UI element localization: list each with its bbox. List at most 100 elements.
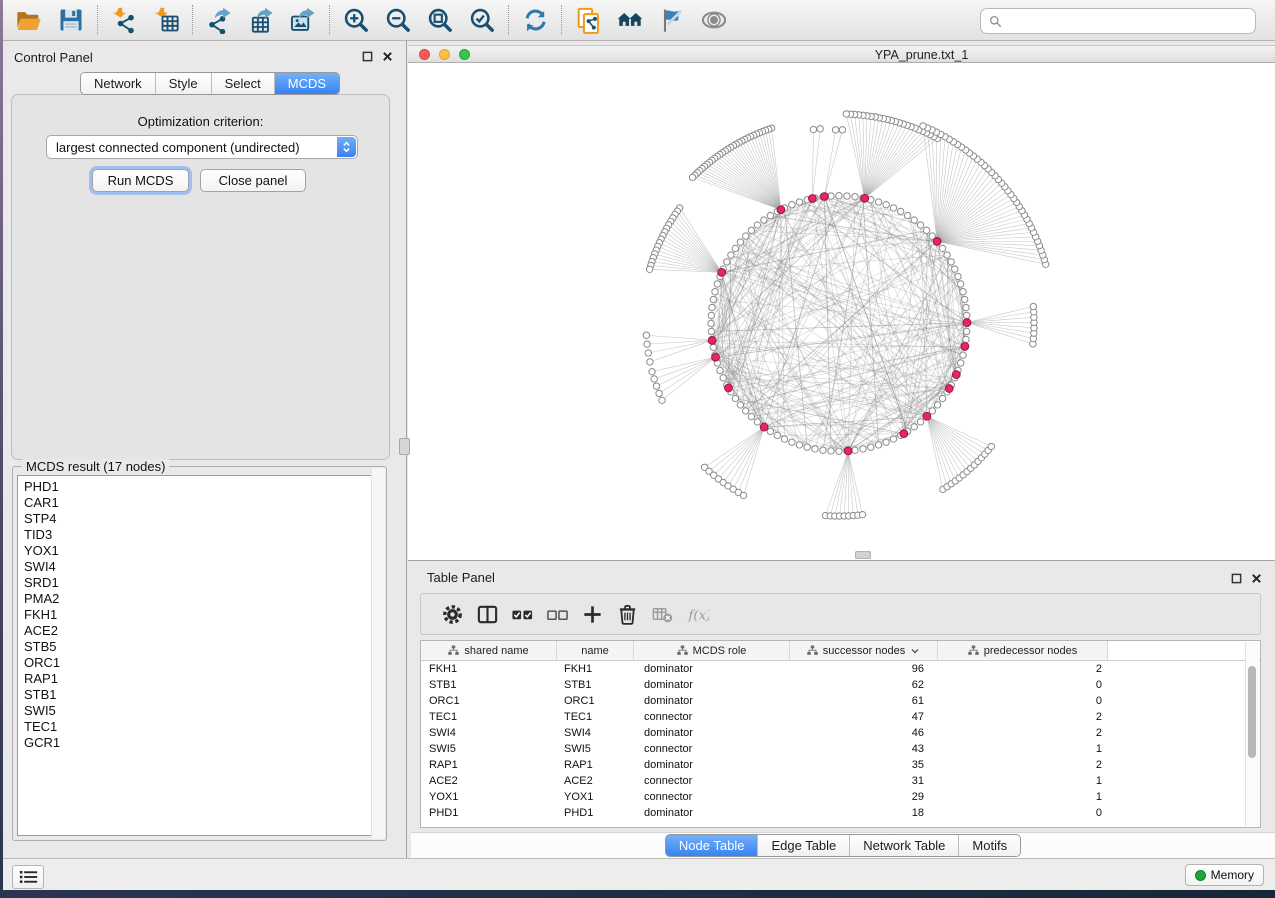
table-scrollbar-thumb[interactable]: [1248, 666, 1256, 758]
table-tabstrip: Node TableEdge TableNetwork TableMotifs: [411, 832, 1275, 858]
mcds-result-item[interactable]: CAR1: [18, 495, 381, 511]
mcds-result-item[interactable]: TID3: [18, 527, 381, 543]
table-cell: 35: [790, 759, 938, 771]
table-scrollbar[interactable]: [1245, 642, 1259, 826]
first-neighbors-icon[interactable]: [609, 2, 651, 38]
zoom-in-icon[interactable]: [335, 2, 377, 38]
mcds-result-item[interactable]: GCR1: [18, 735, 381, 751]
zoom-fit-icon[interactable]: [419, 2, 461, 38]
import-network-icon[interactable]: [103, 2, 145, 38]
tab-network[interactable]: Network: [81, 73, 155, 94]
select-all-icon[interactable]: [505, 597, 540, 631]
delete-icon[interactable]: [610, 597, 645, 631]
tab-edge-table[interactable]: Edge Table: [757, 835, 849, 856]
tab-network-table[interactable]: Network Table: [849, 835, 958, 856]
mcds-result-item[interactable]: ORC1: [18, 655, 381, 671]
mcds-result-list[interactable]: PHD1CAR1STP4TID3YOX1SWI4SRD1PMA2FKH1ACE2…: [17, 475, 382, 836]
tab-mcds[interactable]: MCDS: [274, 73, 339, 94]
table-panel-title: Table Panel: [427, 570, 495, 585]
column-label: shared name: [464, 645, 528, 657]
mcds-result-item[interactable]: ACE2: [18, 623, 381, 639]
mcds-result-item[interactable]: PMA2: [18, 591, 381, 607]
table-row[interactable]: TEC1TEC1connector472: [421, 709, 1260, 725]
list-icon: [19, 870, 38, 884]
show-panels-button[interactable]: [12, 865, 44, 889]
float-panel-icon[interactable]: [362, 51, 373, 62]
column-label: successor nodes: [823, 645, 906, 657]
table-cell: SWI4: [421, 727, 557, 739]
table-cell: ORC1: [421, 695, 557, 707]
table-row[interactable]: SWI4SWI4dominator462: [421, 725, 1260, 741]
open-file-icon[interactable]: [8, 2, 50, 38]
close-panel-button[interactable]: Close panel: [200, 169, 306, 192]
mcds-result-item[interactable]: PHD1: [18, 479, 381, 495]
add-icon[interactable]: [575, 597, 610, 631]
table-row[interactable]: SWI5SWI5connector431: [421, 741, 1260, 757]
table-cell: RAP1: [421, 759, 557, 771]
export-image-icon[interactable]: [282, 2, 324, 38]
table-row[interactable]: STB1STB1dominator620: [421, 677, 1260, 693]
search-icon: [989, 15, 1002, 28]
tab-node-table[interactable]: Node Table: [666, 835, 758, 856]
column-label: MCDS role: [693, 645, 747, 657]
mcds-result-item[interactable]: TEC1: [18, 719, 381, 735]
optimization-criterion-select[interactable]: largest connected component (undirected): [46, 135, 358, 159]
memory-button[interactable]: Memory: [1185, 864, 1264, 886]
mcds-result-item[interactable]: STB1: [18, 687, 381, 703]
mcds-result-item[interactable]: STP4: [18, 511, 381, 527]
column-header-successor-nodes[interactable]: successor nodes: [790, 641, 938, 661]
float-panel-icon[interactable]: [1231, 571, 1242, 589]
memory-button-label: Memory: [1211, 868, 1254, 882]
column-header-shared-name[interactable]: shared name: [421, 641, 557, 661]
save-session-icon[interactable]: [50, 2, 92, 38]
export-network-icon[interactable]: [198, 2, 240, 38]
canvas-splitter-handle[interactable]: [855, 551, 871, 559]
show-all-icon[interactable]: [693, 2, 735, 38]
split-panel-icon[interactable]: [470, 597, 505, 631]
tab-style[interactable]: Style: [155, 73, 211, 94]
hide-selected-icon[interactable]: [651, 2, 693, 38]
column-header-mcds-role[interactable]: MCDS role: [634, 641, 790, 661]
mcds-list-scrollbar[interactable]: [371, 468, 385, 839]
table-row[interactable]: ORC1ORC1dominator610: [421, 693, 1260, 709]
mcds-result-item[interactable]: SWI5: [18, 703, 381, 719]
zoom-selected-icon[interactable]: [461, 2, 503, 38]
sort-desc-icon: [910, 646, 920, 656]
export-table-icon[interactable]: [240, 2, 282, 38]
table-row[interactable]: RAP1RAP1dominator352: [421, 757, 1260, 773]
table-row[interactable]: ACE2ACE2connector311: [421, 773, 1260, 789]
mcds-result-item[interactable]: RAP1: [18, 671, 381, 687]
table-row[interactable]: YOX1YOX1connector291: [421, 789, 1260, 805]
table-row[interactable]: FKH1FKH1dominator962: [421, 661, 1260, 677]
deselect-all-icon[interactable]: [540, 597, 575, 631]
close-panel-icon[interactable]: [382, 51, 393, 62]
network-window-titlebar[interactable]: YPA_prune.txt_1: [408, 45, 1275, 63]
table-row[interactable]: PHD1PHD1dominator180: [421, 805, 1260, 821]
mcds-result-item[interactable]: SRD1: [18, 575, 381, 591]
table-cell: dominator: [634, 759, 790, 771]
zoom-out-icon[interactable]: [377, 2, 419, 38]
mcds-result-item[interactable]: FKH1: [18, 607, 381, 623]
toolbar-separator: [329, 5, 330, 35]
run-mcds-button[interactable]: Run MCDS: [92, 169, 189, 192]
clone-network-icon[interactable]: [567, 2, 609, 38]
import-table-icon[interactable]: [145, 2, 187, 38]
mcds-result-item[interactable]: YOX1: [18, 543, 381, 559]
refresh-icon[interactable]: [514, 2, 556, 38]
table-cell: 0: [938, 807, 1108, 819]
search-box[interactable]: [980, 8, 1256, 34]
tab-select[interactable]: Select: [211, 73, 274, 94]
table-settings-icon[interactable]: [435, 597, 470, 631]
panel-splitter-handle[interactable]: [399, 438, 410, 455]
network-graph[interactable]: [408, 63, 1275, 560]
network-canvas[interactable]: [408, 63, 1275, 560]
search-input[interactable]: [1008, 14, 1255, 29]
mcds-result-item[interactable]: STB5: [18, 639, 381, 655]
column-header-name[interactable]: name: [557, 641, 634, 661]
column-header-predecessor-nodes[interactable]: predecessor nodes: [938, 641, 1108, 661]
tab-motifs[interactable]: Motifs: [958, 835, 1020, 856]
table-cell: 29: [790, 791, 938, 803]
mcds-result-item[interactable]: SWI4: [18, 559, 381, 575]
close-panel-icon[interactable]: [1251, 571, 1262, 589]
app-window: Control Panel NetworkStyleSelectMCDS Opt…: [3, 0, 1275, 890]
